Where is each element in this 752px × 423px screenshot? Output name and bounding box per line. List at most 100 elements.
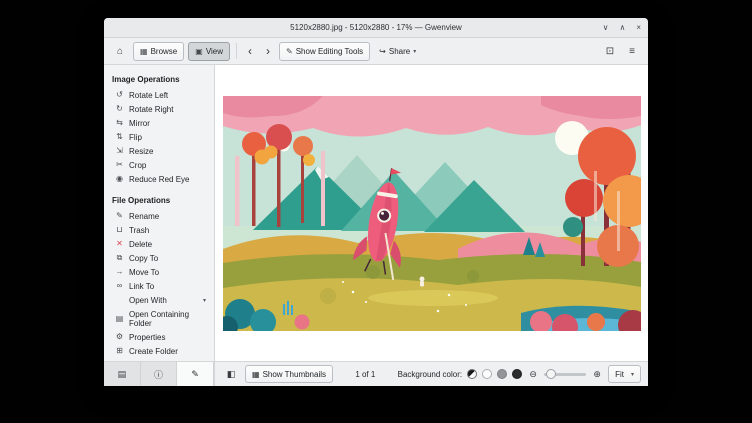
- zoom-mode-combobox[interactable]: Fit ▾: [608, 365, 641, 383]
- show-thumbnails-button[interactable]: ▦ Show Thumbnails: [245, 365, 333, 383]
- background-swatch-dark[interactable]: [512, 369, 522, 379]
- image-viewer-canvas[interactable]: [215, 65, 648, 361]
- toolbar: ⌂ ▦ Browse ▣ View ‹ › ✎ Show Editing Too…: [104, 38, 648, 65]
- image-operations-header: Image Operations: [104, 72, 214, 88]
- minimize-icon[interactable]: ∨: [603, 24, 609, 32]
- select-region-icon: ⊡: [606, 46, 614, 57]
- sidebar-item-open-containing-folder[interactable]: ▤ Open Containing Folder: [104, 307, 214, 330]
- zoom-mode-value: Fit: [615, 370, 624, 379]
- share-button[interactable]: ↪ Share ▾: [374, 42, 421, 61]
- sidebar-item-label: Create Folder: [129, 347, 178, 356]
- background-swatch-gray[interactable]: [497, 369, 507, 379]
- edit-tab-icon: ✎: [191, 369, 199, 380]
- copy-icon: ⧉: [115, 254, 124, 262]
- image-counter: 1 of 1: [355, 370, 375, 379]
- combobox-chevron-down-icon: ▾: [631, 371, 634, 378]
- new-folder-icon: ⊞: [115, 347, 124, 355]
- sidebar-item-flip[interactable]: ⇅ Flip: [104, 130, 214, 144]
- folder-tab-icon: ▤: [118, 369, 127, 380]
- sidebar-item-create-folder[interactable]: ⊞ Create Folder: [104, 344, 214, 358]
- background-swatch-light[interactable]: [482, 369, 492, 379]
- sidebar-item-crop[interactable]: ✂ Crop: [104, 158, 214, 172]
- forward-button[interactable]: ›: [261, 42, 275, 61]
- sidebar-item-label: Delete: [129, 240, 152, 249]
- editing-tools-icon: ✎: [286, 47, 293, 56]
- home-button[interactable]: ⌂: [111, 42, 129, 61]
- chevron-down-icon: ▾: [203, 297, 206, 304]
- sidebar-item-mirror[interactable]: ⇆ Mirror: [104, 116, 214, 130]
- background-swatch-auto[interactable]: [467, 369, 477, 379]
- sidebar-item-link-to[interactable]: ∞ Link To: [104, 279, 214, 293]
- share-icon: ↪: [379, 47, 386, 56]
- maximize-icon[interactable]: ∧: [619, 24, 625, 32]
- sidebar-item-trash[interactable]: ⊔ Trash: [104, 223, 214, 237]
- sidebar-item-label: Resize: [129, 147, 153, 156]
- rename-icon: ✎: [115, 212, 124, 220]
- view-image-icon: ▣: [195, 47, 203, 56]
- view-button[interactable]: ▣ View: [188, 42, 230, 61]
- tab-folders[interactable]: ▤: [104, 362, 141, 386]
- sidebar-toggle-icon: ◧: [227, 369, 236, 380]
- crop-icon: ✂: [115, 161, 124, 169]
- rotate-left-icon: ↺: [115, 91, 124, 99]
- sidebar-item-reduce-red-eye[interactable]: ◉ Reduce Red Eye: [104, 172, 214, 186]
- sidebar-item-copy-to[interactable]: ⧉ Copy To: [104, 251, 214, 265]
- sidebar-item-move-to[interactable]: → Move To: [104, 265, 214, 279]
- sidebar-item-rotate-right[interactable]: ↻ Rotate Right: [104, 102, 214, 116]
- sidebar-item-label: Rotate Right: [129, 105, 173, 114]
- select-region-button[interactable]: ⊡: [601, 42, 619, 61]
- trash-icon: ⊔: [115, 226, 124, 234]
- sidebar-item-label: Move To: [129, 268, 159, 277]
- status-bar: ◧ ▦ Show Thumbnails 1 of 1 Background co…: [215, 362, 648, 386]
- zoom-slider[interactable]: [544, 373, 586, 376]
- back-icon: ‹: [248, 44, 252, 58]
- sidebar-item-rotate-left[interactable]: ↺ Rotate Left: [104, 88, 214, 102]
- hamburger-menu-button[interactable]: ≡: [623, 42, 641, 61]
- link-icon: ∞: [115, 282, 124, 290]
- back-button[interactable]: ‹: [243, 42, 257, 61]
- browse-button[interactable]: ▦ Browse: [133, 42, 184, 61]
- gwenview-window: 5120x2880.jpg - 5120x2880 - 17% — Gwenvi…: [104, 18, 648, 386]
- artwork-image: [223, 96, 641, 331]
- sidebar-item-rename[interactable]: ✎ Rename: [104, 209, 214, 223]
- share-chevron-down-icon: ▾: [413, 48, 416, 55]
- sidebar-item-label: Copy To: [129, 254, 158, 263]
- operations-sidebar: Image Operations ↺ Rotate Left ↻ Rotate …: [104, 65, 215, 361]
- sidebar-item-label: Open With: [129, 296, 167, 305]
- resize-icon: ⇲: [115, 147, 124, 155]
- show-editing-tools-label: Show Editing Tools: [296, 47, 363, 56]
- sidebar-item-label: Rotate Left: [129, 91, 168, 100]
- sidebar-item-label: Rename: [129, 212, 159, 221]
- titlebar[interactable]: 5120x2880.jpg - 5120x2880 - 17% — Gwenvi…: [104, 18, 648, 38]
- toggle-sidebar-button[interactable]: ◧: [222, 365, 240, 383]
- tab-information[interactable]: ⓘ: [141, 362, 178, 386]
- section-gap: [104, 186, 214, 193]
- zoom-in-icon[interactable]: ⊕: [591, 369, 603, 380]
- zoom-slider-handle[interactable]: [546, 369, 556, 379]
- zoom-out-icon[interactable]: ⊖: [527, 369, 539, 380]
- close-icon[interactable]: ×: [636, 24, 641, 32]
- tab-operations[interactable]: ✎: [177, 362, 214, 386]
- sidebar-item-open-with[interactable]: Open With ▾: [104, 293, 214, 307]
- sidebar-item-delete[interactable]: ✕ Delete: [104, 237, 214, 251]
- browse-grid-icon: ▦: [140, 47, 148, 56]
- mirror-icon: ⇆: [115, 119, 124, 127]
- hamburger-menu-icon: ≡: [629, 46, 635, 57]
- gear-icon: ⚙: [115, 333, 124, 341]
- sidebar-item-label: Crop: [129, 161, 146, 170]
- show-editing-tools-button[interactable]: ✎ Show Editing Tools: [279, 42, 370, 61]
- window-controls: ∨ ∧ ×: [603, 18, 641, 37]
- sidebar-item-label: Properties: [129, 333, 165, 342]
- content-area: Image Operations ↺ Rotate Left ↻ Rotate …: [104, 65, 648, 361]
- sidebar-item-label: Link To: [129, 282, 154, 291]
- sidebar-item-resize[interactable]: ⇲ Resize: [104, 144, 214, 158]
- sidebar-item-label: Open Containing Folder: [129, 310, 206, 328]
- move-icon: →: [115, 268, 124, 276]
- bottom-bar: ▤ ⓘ ✎ ◧ ▦ Show Thumbnails 1 of 1 Backgro…: [104, 361, 648, 386]
- show-thumbnails-label: Show Thumbnails: [263, 370, 326, 379]
- sidebar-item-properties[interactable]: ⚙ Properties: [104, 330, 214, 344]
- forward-icon: ›: [266, 44, 270, 58]
- sidebar-item-label: Trash: [129, 226, 149, 235]
- delete-icon: ✕: [115, 240, 124, 248]
- view-button-label: View: [206, 47, 223, 56]
